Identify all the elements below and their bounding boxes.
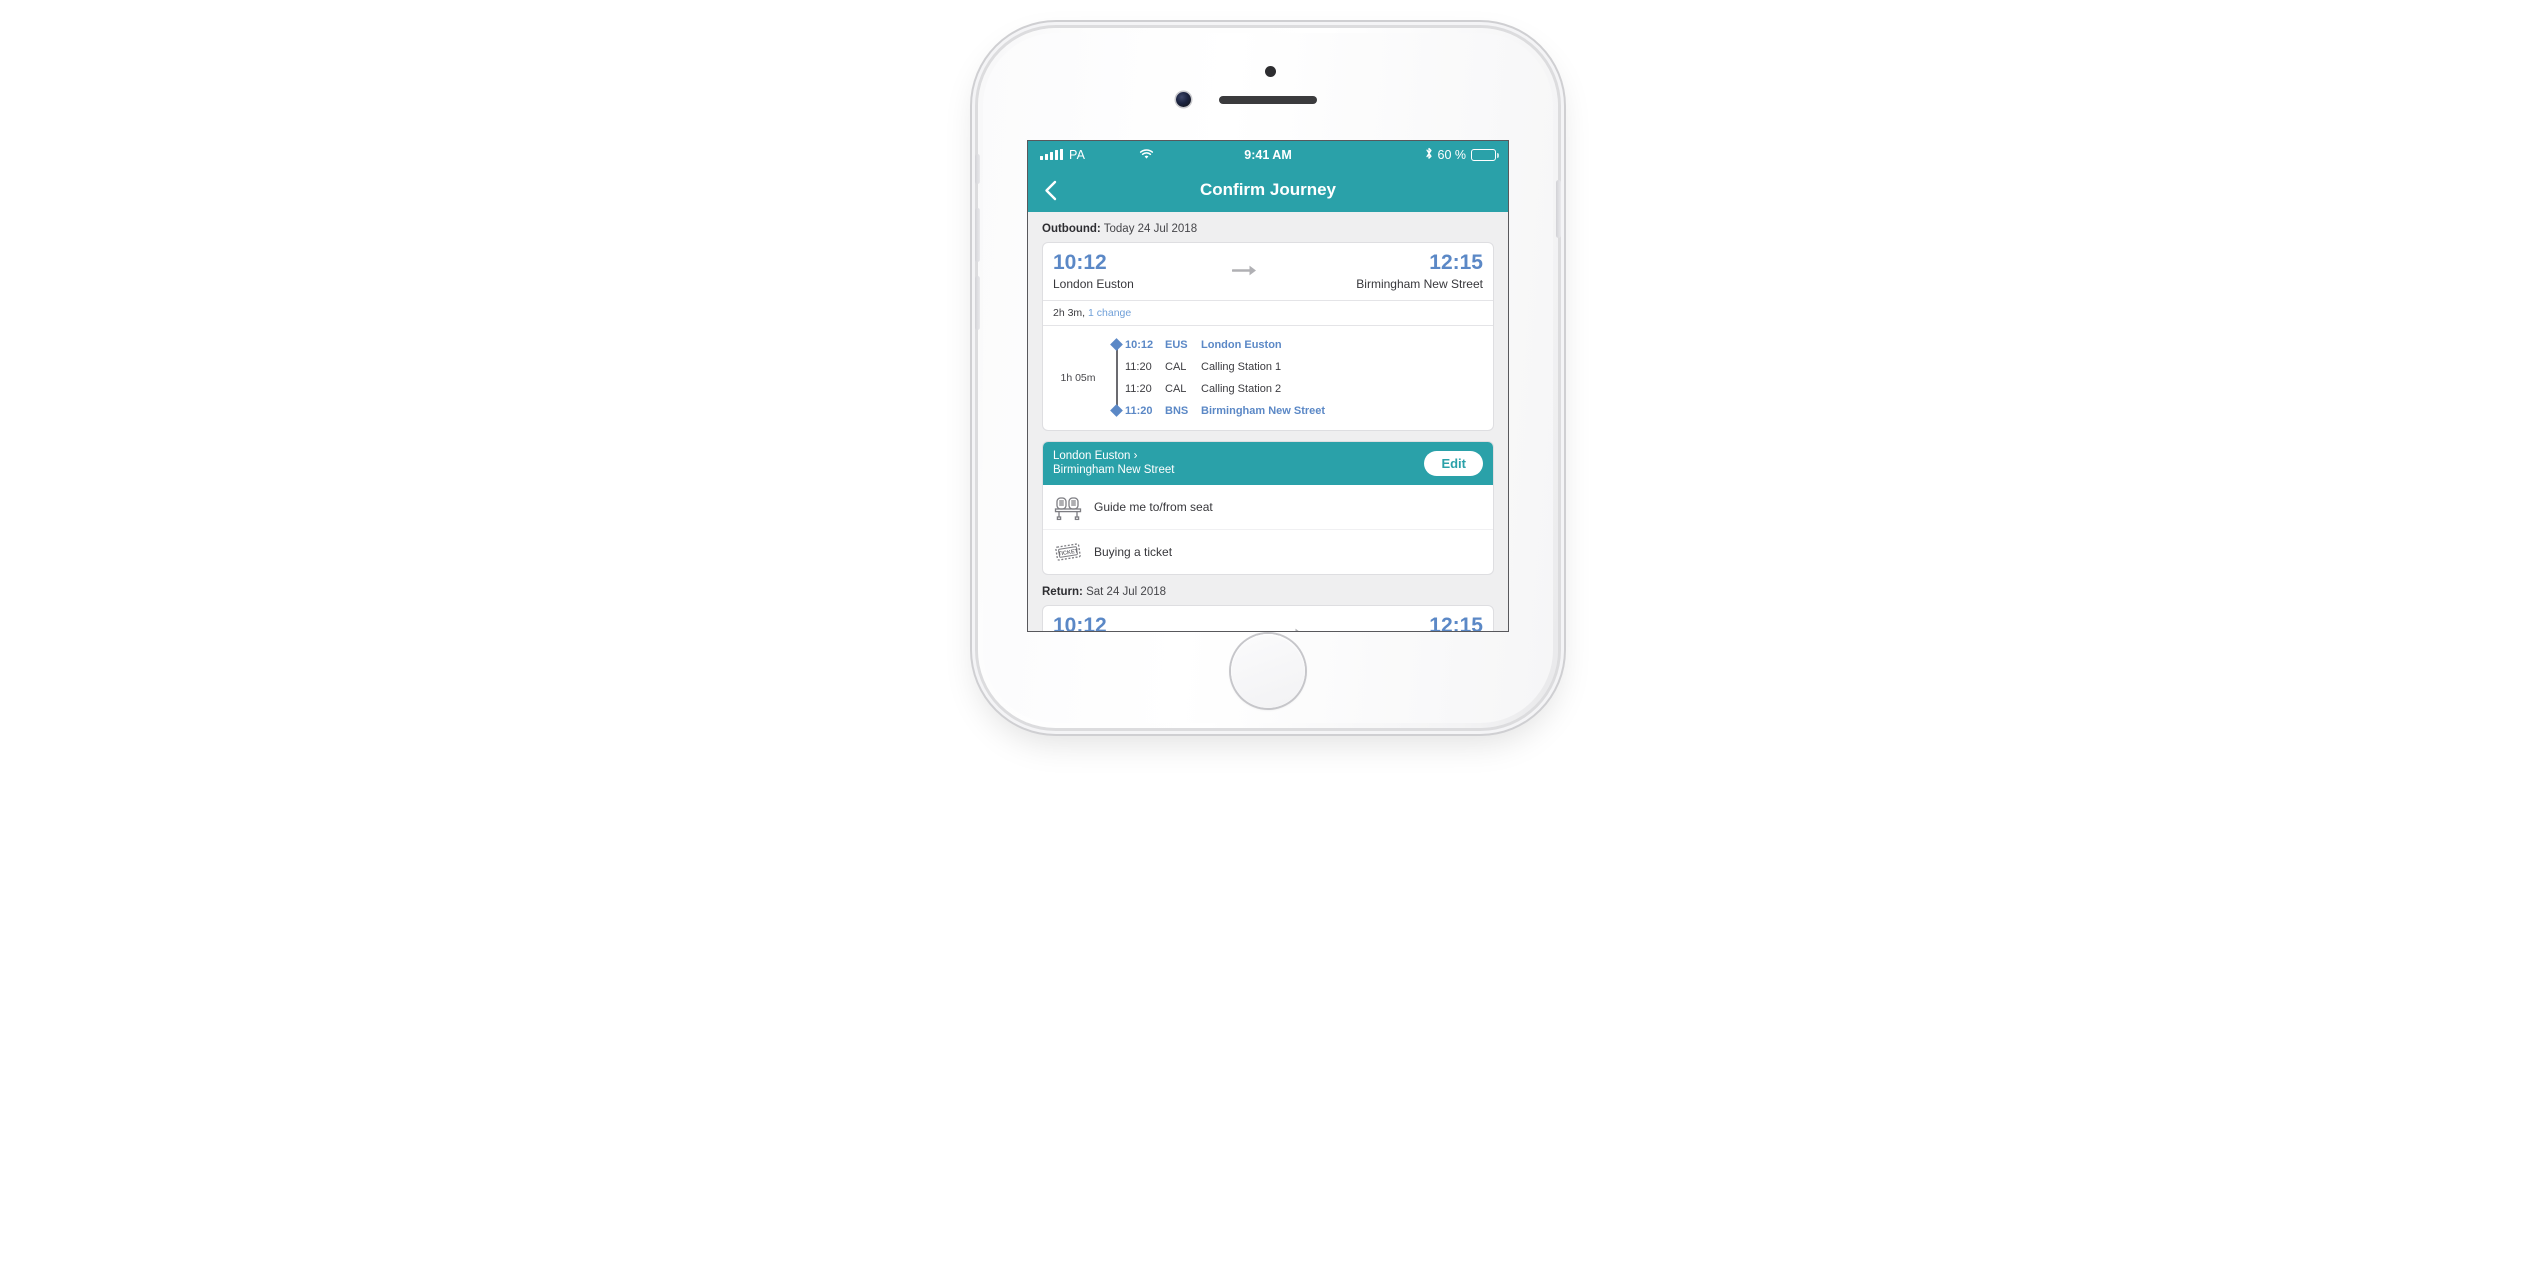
assistance-route: London Euston › Birmingham New Street [1053,449,1174,478]
outbound-depart-time: 10:12 [1053,251,1107,274]
return-arrive-time: 12:15 [1429,613,1483,632]
cp-code: EUS [1165,338,1188,351]
carrier-label: PA [1069,147,1086,162]
cp-time: 11:20 [1125,360,1152,373]
assistance-item-ticket[interactable]: TICKET Buying a ticket [1043,528,1493,574]
return-destination: 12:15 London Euston [1402,613,1483,632]
outbound-journey-card[interactable]: 10:12 London Euston 12:15 Birmingham New… [1042,242,1494,431]
outbound-label-bold: Outbound: [1042,223,1101,235]
bluetooth-icon [1425,147,1433,163]
assistance-route-line2: Birmingham New Street [1053,464,1175,477]
seat-icon [1053,492,1083,522]
cp-code: CAL [1165,360,1187,373]
cp-name: London Euston [1201,338,1282,351]
scroll-content[interactable]: Outbound: Today 24 Jul 2018 10:12 London… [1028,212,1508,632]
cp-name: Calling Station 2 [1201,382,1282,395]
back-chevron-icon[interactable] [1028,168,1072,212]
battery-percent-label: 60 % [1437,147,1467,162]
signal-bars-icon [1040,149,1063,160]
proximity-sensor-icon [1265,66,1276,77]
cp-name: Calling Station 1 [1201,360,1282,373]
phone-device: PA 9:41 AM 60 % Confirm Journey Outbound… [975,28,1561,728]
outbound-destination: 12:15 Birmingham New Street [1356,251,1483,291]
status-bar-left: PA [1040,148,1154,162]
assistance-item-label: Buying a ticket [1094,544,1173,559]
return-summary-row: 10:12 Birmingham New Street 12:15 London… [1043,606,1493,632]
silent-switch[interactable] [975,154,980,184]
timeline-line [1116,342,1118,413]
earpiece-speaker-icon [1219,96,1317,104]
cp-code: BNS [1165,404,1189,417]
outbound-leg-duration: 1h 05m [1060,371,1096,384]
table-row[interactable]: 11:20 CAL Calling Station 2 [1125,378,1483,400]
cp-time: 10:12 [1125,338,1154,351]
outbound-changes-link[interactable]: 1 change [1088,307,1131,319]
status-bar-right: 60 % [1425,147,1499,163]
wifi-icon [1139,148,1154,162]
assistance-item-seat[interactable]: Guide me to/from seat [1043,485,1493,529]
return-label-date: Sat 24 Jul 2018 [1082,585,1167,598]
outbound-meta-row: 2h 3m, 1 change [1043,299,1493,325]
outbound-calling-points: 1h 05m 10:12 EUS London Euston 11:20 CAL… [1043,324,1493,430]
assistance-route-line1: London Euston › [1053,449,1138,462]
volume-up-button[interactable] [975,208,980,262]
ticket-icon: TICKET [1053,537,1083,567]
assistance-card: London Euston › Birmingham New Street Ed… [1042,440,1494,575]
assistance-header: London Euston › Birmingham New Street Ed… [1043,441,1493,485]
navigation-bar: Confirm Journey [1028,168,1508,212]
outbound-arrive-time: 12:15 [1429,251,1483,274]
return-label-bold: Return: [1042,585,1083,598]
edit-button[interactable]: Edit [1424,450,1483,476]
status-bar: PA 9:41 AM 60 % [1028,141,1508,168]
outbound-duration: 2h 3m, [1053,306,1086,319]
return-journey-card[interactable]: 10:12 Birmingham New Street 12:15 London… [1042,604,1494,632]
table-row[interactable]: 11:20 CAL Calling Station 1 [1125,356,1483,378]
volume-down-button[interactable] [975,276,980,330]
outbound-calling-list: 10:12 EUS London Euston 11:20 CAL Callin… [1109,334,1483,422]
return-date-label: Return: Sat 24 Jul 2018 [1028,575,1508,605]
screenshot-stage: PA 9:41 AM 60 % Confirm Journey Outbound… [0,0,2537,1268]
power-button[interactable] [1556,180,1561,238]
return-origin: 10:12 Birmingham New Street [1053,613,1180,632]
return-depart-time: 10:12 [1053,613,1107,632]
outbound-origin: 10:12 London Euston [1053,251,1134,291]
phone-screen: PA 9:41 AM 60 % Confirm Journey Outbound… [1027,140,1509,632]
cp-name: Birmingham New Street [1201,404,1326,417]
cp-time: 11:20 [1125,404,1153,417]
outbound-summary-row: 10:12 London Euston 12:15 Birmingham New… [1043,243,1493,300]
battery-icon [1471,148,1499,161]
cp-code: CAL [1165,382,1187,395]
outbound-arrive-station: Birmingham New Street [1356,276,1483,291]
cp-time: 11:20 [1125,382,1152,395]
arrow-right-icon [1231,259,1258,282]
table-row[interactable]: 10:12 EUS London Euston [1109,334,1483,356]
table-row[interactable]: 11:20 BNS Birmingham New Street [1109,400,1483,422]
front-camera-icon [1176,92,1191,107]
outbound-label-date: Today 24 Jul 2018 [1100,223,1198,235]
outbound-depart-station: London Euston [1053,276,1134,291]
outbound-date-label: Outbound: Today 24 Jul 2018 [1028,212,1508,242]
assistance-item-label: Guide me to/from seat [1094,499,1213,514]
home-button[interactable] [1231,634,1305,708]
arrow-right-icon [1278,622,1304,631]
page-title: Confirm Journey [1199,180,1337,199]
